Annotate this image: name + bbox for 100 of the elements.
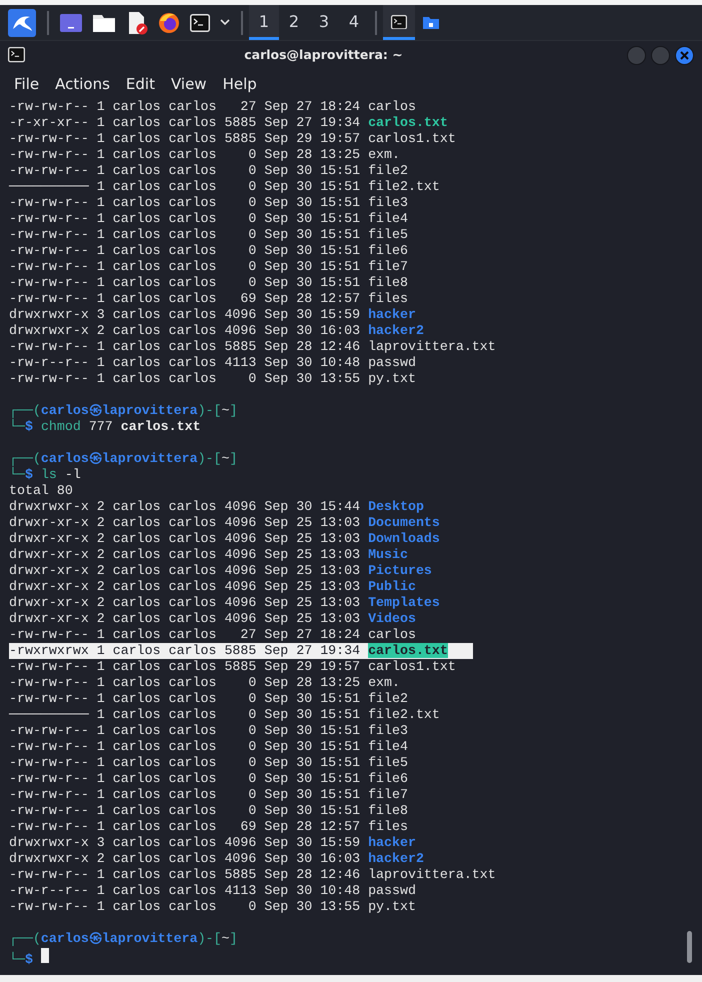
file-details: -rw-rw-r-- 1 carlos carlos 5885 Sep 29 19:57 xyxy=(9,659,362,674)
workspace-tab[interactable]: 3 xyxy=(309,5,339,40)
file-details: -r-xr-xr-- 1 carlos carlos 5885 Sep 27 19:34 xyxy=(9,115,362,130)
close-icon xyxy=(680,50,689,60)
file-details: -rw-rw-r-- 1 carlos carlos 0 Sep 28 13:25 xyxy=(9,147,362,162)
window-title: carlos@laprovittera: ~ xyxy=(243,46,404,64)
file-name: file7 xyxy=(368,259,408,274)
directory-name: Videos xyxy=(368,611,416,626)
file-details: drwxr-xr-x 2 carlos carlos 4096 Sep 25 13:03 xyxy=(9,579,362,594)
file-name: file5 xyxy=(368,227,408,242)
directory-name: Documents xyxy=(368,515,440,530)
file-details: -rw-rw-r-- 1 carlos carlos 0 Sep 30 15:51 xyxy=(9,243,362,258)
file-details: -rw-rw-r-- 1 carlos carlos 0 Sep 30 15:51 xyxy=(9,211,362,226)
command-text: chmod xyxy=(40,419,81,434)
menu-item[interactable]: Help xyxy=(214,72,265,96)
prompt-directory: ~ xyxy=(222,403,230,418)
file-name: exm. xyxy=(368,675,400,690)
file-name: carlos xyxy=(368,627,416,642)
directory-name: Downloads xyxy=(368,531,440,546)
file-name: file6 xyxy=(368,243,408,258)
file-name: file2 xyxy=(368,163,408,178)
file-name: file2.txt xyxy=(368,707,440,722)
file-name: laprovittera.txt xyxy=(368,867,496,882)
menu-item[interactable]: Actions xyxy=(47,72,118,96)
menu-item[interactable]: View xyxy=(162,72,215,96)
workspace-tab[interactable]: 4 xyxy=(339,5,369,40)
prompt-sigil: $ xyxy=(24,419,33,434)
prompt-frame: )-[ xyxy=(198,403,222,418)
directory-name: Pictures xyxy=(368,563,432,578)
directory-name: hacker xyxy=(368,835,416,850)
file-details: -rw-rw-r-- 1 carlos carlos 0 Sep 30 15:51 xyxy=(9,787,362,802)
prompt-separator: ㉿ xyxy=(88,931,102,946)
file-name: file8 xyxy=(368,803,408,818)
file-details: drwxr-xr-x 2 carlos carlos 4096 Sep 25 13:03 xyxy=(9,611,362,626)
folder-icon xyxy=(423,16,439,28)
file-details: drwxr-xr-x 2 carlos carlos 4096 Sep 25 13:03 xyxy=(9,563,362,578)
prompt-directory: ~ xyxy=(222,451,230,466)
prompt-frame: ┌──( xyxy=(9,451,41,466)
menu-item[interactable]: File xyxy=(6,72,48,96)
prompt-separator: ㉿ xyxy=(88,451,102,466)
file-details: drwxr-xr-x 2 carlos carlos 4096 Sep 25 13:03 xyxy=(9,547,362,562)
file-details: -rwxrwxrwx 1 carlos carlos 5885 Sep 27 19:34 xyxy=(9,643,362,658)
file-details: -rw-rw-r-- 1 carlos carlos 5885 Sep 28 12:46 xyxy=(9,867,362,882)
prompt-host: laprovittera xyxy=(102,403,198,418)
file-name: exm. xyxy=(368,147,400,162)
workspace-tab[interactable]: 2 xyxy=(279,5,309,40)
prompt-frame: └─ xyxy=(9,952,25,967)
file-details: -rw-rw-r-- 1 carlos carlos 0 Sep 30 15:51 xyxy=(9,739,362,754)
prompt-frame: └─ xyxy=(9,419,25,434)
file-name: passwd xyxy=(368,355,416,370)
terminal-task-button[interactable] xyxy=(383,5,415,40)
file-details: -rw-rw-r-- 1 carlos carlos 0 Sep 30 15:51 xyxy=(9,195,362,210)
file-details: -rw-rw-r-- 1 carlos carlos 0 Sep 30 15:51 xyxy=(9,227,362,242)
file-details: -rw-rw-r-- 1 carlos carlos 0 Sep 28 13:25 xyxy=(9,675,362,690)
file-details: -rw-rw-r-- 1 carlos carlos 0 Sep 30 15:51 xyxy=(9,755,362,770)
menu-item[interactable]: Edit xyxy=(118,72,163,96)
file-name: file4 xyxy=(368,739,408,754)
prompt-separator: ㉿ xyxy=(88,403,102,418)
file-details: -rw-rw-r-- 1 carlos carlos 0 Sep 30 15:51 xyxy=(9,723,362,738)
file-name: laprovittera.txt xyxy=(368,339,496,354)
file-name: file3 xyxy=(368,723,408,738)
file-name: file8 xyxy=(368,275,408,290)
command-argument: -l xyxy=(64,467,81,482)
file-details: drwxrwxr-x 3 carlos carlos 4096 Sep 30 15:59 xyxy=(9,307,362,322)
scrollbar-thumb[interactable] xyxy=(687,931,692,963)
file-details: -rw-rw-r-- 1 carlos carlos 27 Sep 27 18:24 xyxy=(9,99,362,114)
file-details: -rw-rw-r-- 1 carlos carlos 69 Sep 28 12:57 xyxy=(9,819,362,834)
command-text: ls xyxy=(40,467,57,482)
file-name: carlos.txt xyxy=(368,115,448,130)
directory-name: Public xyxy=(368,579,416,594)
file-details: -rw-rw-r-- 1 carlos carlos 0 Sep 30 15:51 xyxy=(9,803,362,818)
file-details: drwxrwxr-x 2 carlos carlos 4096 Sep 30 16:03 xyxy=(9,851,362,866)
file-name: file3 xyxy=(368,195,408,210)
file-details: drwxrwxr-x 2 carlos carlos 4096 Sep 30 15:44 xyxy=(9,499,362,514)
close-button[interactable] xyxy=(675,46,694,64)
file-name: file5 xyxy=(368,755,408,770)
file-details: -rw-rw-r-- 1 carlos carlos 0 Sep 30 15:51 xyxy=(9,771,362,786)
prompt-user: carlos xyxy=(40,451,89,466)
file-details: drwxr-xr-x 2 carlos carlos 4096 Sep 25 13:03 xyxy=(9,595,362,610)
directory-name: Templates xyxy=(368,595,440,610)
directory-name: hacker xyxy=(368,307,416,322)
directory-name: Music xyxy=(368,547,408,562)
directory-name: hacker2 xyxy=(368,323,424,338)
file-details: -rw-r--r-- 1 carlos carlos 4113 Sep 30 10:48 xyxy=(9,355,362,370)
prompt-user: carlos xyxy=(40,931,89,946)
file-name: file2.txt xyxy=(368,179,440,194)
directory-name: hacker2 xyxy=(368,851,424,866)
file-details: -rw-rw-r-- 1 carlos carlos 69 Sep 28 12:57 xyxy=(9,291,362,306)
workspace-tab[interactable]: 1 xyxy=(249,5,279,40)
prompt-host: laprovittera xyxy=(102,451,198,466)
file-details: -rw-rw-r-- 1 carlos carlos 0 Sep 30 13:55 xyxy=(9,899,362,914)
file-name: carlos.txt xyxy=(368,643,448,658)
file-details: ────────── 1 carlos carlos 0 Sep 30 15:51 xyxy=(9,179,362,194)
file-details: -rw-rw-r-- 1 carlos carlos 0 Sep 30 15:51 xyxy=(9,275,362,290)
file-details: drwxr-xr-x 2 carlos carlos 4096 Sep 25 13:03 xyxy=(9,531,362,546)
file-details: -rw-rw-r-- 1 carlos carlos 0 Sep 30 15:51 xyxy=(9,163,362,178)
file-name: carlos1.txt xyxy=(368,659,456,674)
file-details: -rw-rw-r-- 1 carlos carlos 5885 Sep 28 12:46 xyxy=(9,339,362,354)
prompt-host: laprovittera xyxy=(102,931,198,946)
command-argument: 777 xyxy=(88,419,113,434)
